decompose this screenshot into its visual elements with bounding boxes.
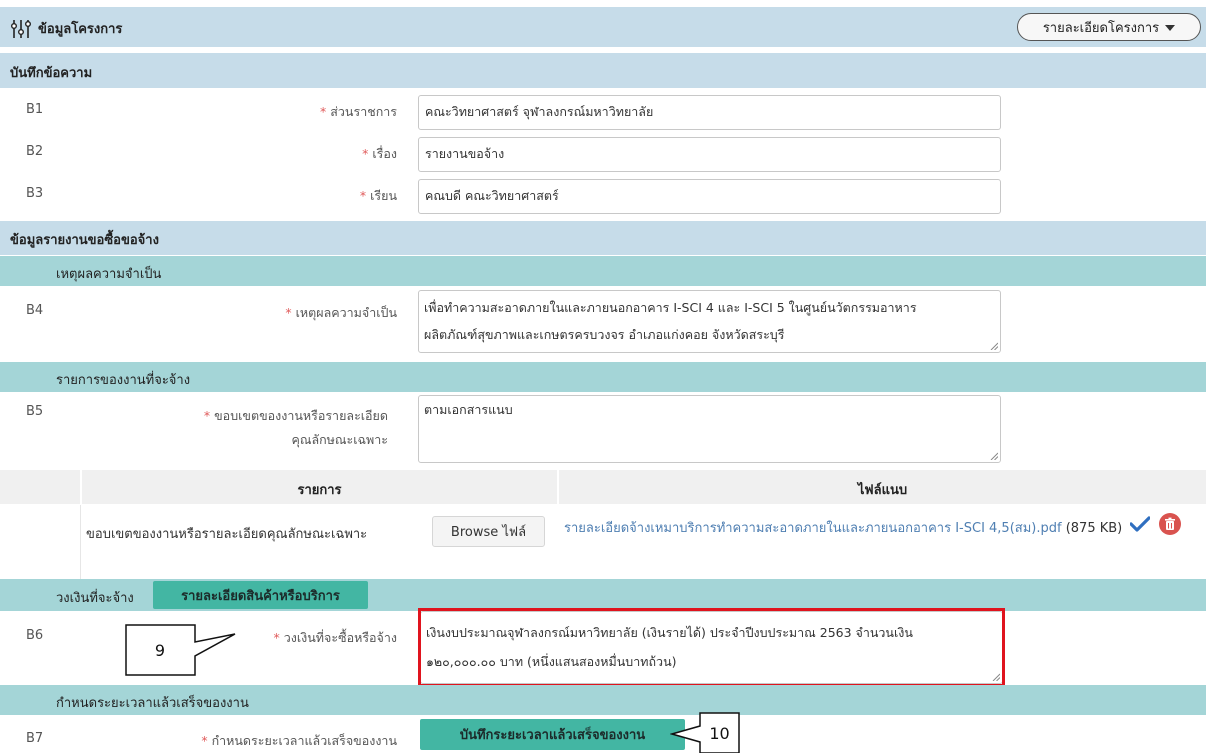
required-mark: * bbox=[359, 188, 367, 203]
necessity-subsection-title: เหตุผลความจำเป็น bbox=[56, 267, 162, 282]
deadline-subsection-title: กำหนดระยะเวลาแล้วเสร็จของงาน bbox=[56, 696, 249, 711]
caret-down-icon bbox=[1165, 20, 1176, 35]
recipient-input[interactable]: คณบดี คณะวิทยาศาสตร์ bbox=[418, 179, 1001, 214]
field-label-subject-text: เรื่อง bbox=[372, 146, 397, 161]
row-code-b4: B4 bbox=[26, 303, 44, 318]
field-label-recipient: * เรียน bbox=[200, 186, 397, 206]
attachment-file-size: (875 KB) bbox=[1065, 521, 1123, 536]
resize-handle-icon[interactable] bbox=[990, 342, 998, 350]
sliders-icon bbox=[10, 19, 32, 39]
attachment-file: รายละเอียดจ้างเหมาบริการทำความสะอาดภายใน… bbox=[564, 513, 1194, 544]
field-label-scope-line1: ขอบเขตของงานหรือรายละเอียด bbox=[214, 408, 388, 423]
callout-9-label: 9 bbox=[154, 640, 166, 660]
agency-input[interactable]: คณะวิทยาศาสตร์ จุฬาลงกรณ์มหาวิทยาลัย bbox=[418, 95, 1001, 130]
field-label-deadline-text: กำหนดระยะเวลาแล้วเสร็จของงาน bbox=[211, 733, 397, 748]
memo-section-band bbox=[0, 53, 1206, 88]
row-code-b1: B1 bbox=[26, 102, 44, 117]
work-items-subsection-title: รายการของงานที่จะจ้าง bbox=[56, 373, 191, 388]
goods-services-details-button[interactable]: รายละเอียดสินค้าหรือบริการ bbox=[153, 581, 368, 609]
column-header-attachment: ไฟล์แนบ bbox=[857, 483, 908, 498]
project-details-dropdown[interactable]: รายละเอียดโครงการ bbox=[1017, 13, 1201, 41]
subject-input[interactable]: รายงานขอจ้าง bbox=[418, 137, 1001, 172]
project-info-title-text: ข้อมูลโครงการ bbox=[38, 22, 123, 37]
column-header-item: รายการ bbox=[297, 483, 342, 498]
required-mark: * bbox=[362, 146, 369, 161]
field-label-scope: * ขอบเขตของงานหรือรายละเอียด คุณลักษณะเฉพ… bbox=[140, 404, 388, 452]
project-info-title: ข้อมูลโครงการ bbox=[10, 18, 122, 39]
required-mark: * bbox=[285, 305, 292, 320]
necessity-subsection-band bbox=[0, 256, 1206, 286]
check-icon bbox=[1129, 516, 1152, 541]
field-label-necessity-text: เหตุผลความจำเป็น bbox=[295, 305, 397, 320]
field-label-budget-text: วงเงินที่จะซื้อหรือจ้าง bbox=[283, 630, 397, 645]
delete-icon[interactable] bbox=[1158, 513, 1181, 544]
scope-text: ตามเอกสารแนบ bbox=[424, 402, 513, 417]
attachment-row-item: ขอบเขตของงานหรือรายละเอียดคุณลักษณะเฉพาะ bbox=[86, 527, 368, 542]
dropdown-label: รายละเอียดโครงการ bbox=[1042, 20, 1160, 36]
browse-file-button[interactable]: Browse ไฟล์ bbox=[432, 516, 545, 547]
row-code-b2: B2 bbox=[26, 144, 44, 159]
field-label-recipient-text: เรียน bbox=[370, 188, 397, 203]
field-label-scope-line2: คุณลักษณะเฉพาะ bbox=[291, 432, 389, 447]
row-code-b6: B6 bbox=[26, 628, 44, 643]
field-label-necessity: * เหตุผลความจำเป็น bbox=[150, 303, 397, 323]
required-mark: * bbox=[203, 408, 211, 423]
row-code-b5: B5 bbox=[26, 404, 44, 419]
necessity-text-line2: ผลิตภัณฑ์สุขภาพและเกษตรครบวงจร อำเภอแก่ง… bbox=[424, 327, 785, 342]
necessity-textarea[interactable]: เพื่อทำความสะอาดภายในและภายนอกอาคาร I-SC… bbox=[418, 290, 1001, 353]
resize-handle-icon[interactable] bbox=[990, 452, 998, 460]
report-section-title: ข้อมูลรายงานขอซื้อขอจ้าง bbox=[10, 233, 159, 248]
budget-highlight-box bbox=[418, 608, 1005, 687]
save-deadline-button[interactable]: บันทึกระยะเวลาแล้วเสร็จของงาน bbox=[420, 719, 685, 750]
field-label-agency: * ส่วนราชการ bbox=[200, 102, 397, 122]
row-code-b3: B3 bbox=[26, 186, 44, 201]
required-mark: * bbox=[273, 630, 280, 645]
attachment-file-link[interactable]: รายละเอียดจ้างเหมาบริการทำความสะอาดภายใน… bbox=[564, 521, 1062, 536]
memo-section-title: บันทึกข้อความ bbox=[10, 66, 93, 81]
required-mark: * bbox=[320, 104, 327, 119]
callout-10-label: 10 bbox=[709, 723, 730, 743]
scope-textarea[interactable]: ตามเอกสารแนบ bbox=[418, 395, 1001, 463]
field-label-agency-text: ส่วนราชการ bbox=[330, 104, 397, 119]
budget-subsection-title: วงเงินที่จะจ้าง bbox=[56, 591, 134, 606]
required-mark: * bbox=[201, 733, 208, 748]
field-label-subject: * เรื่อง bbox=[200, 144, 397, 164]
necessity-text-line1: เพื่อทำความสะอาดภายในและภายนอกอาคาร I-SC… bbox=[424, 300, 917, 315]
table-row-border bbox=[80, 505, 81, 587]
row-code-b7: B7 bbox=[26, 731, 44, 746]
field-label-deadline: * กำหนดระยะเวลาแล้วเสร็จของงาน bbox=[120, 731, 397, 751]
report-section-band bbox=[0, 221, 1206, 255]
